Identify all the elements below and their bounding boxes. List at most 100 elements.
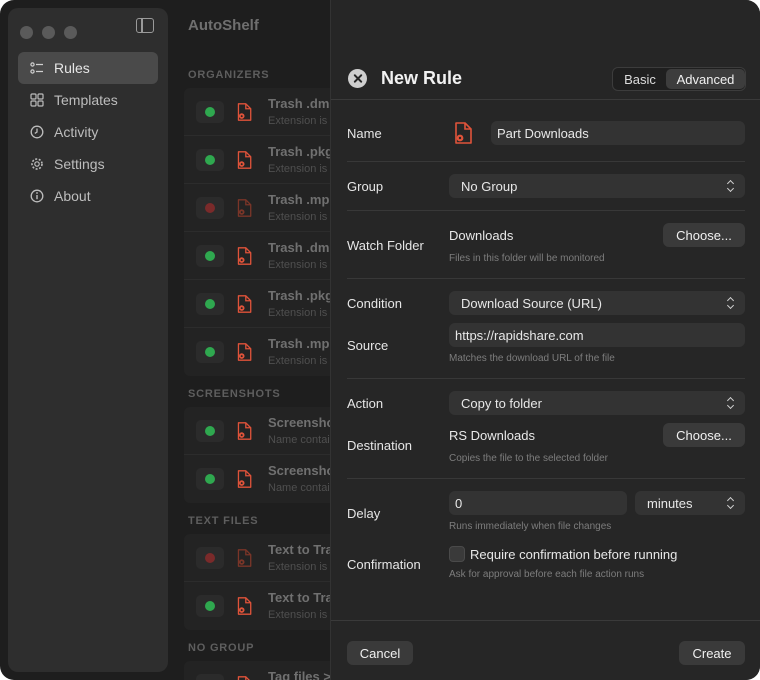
group-select[interactable]: No Group	[449, 174, 745, 198]
document-gear-icon	[236, 596, 254, 619]
rule-enabled-toggle[interactable]	[196, 197, 224, 219]
text-files-group: Text to Tra Extension is . Text to Tra Exte…	[184, 534, 344, 630]
group-label: Group	[347, 179, 384, 194]
document-gear-icon[interactable]	[453, 121, 475, 148]
document-gear-icon	[236, 469, 254, 492]
require-confirmation-label[interactable]: Require confirmation before running	[470, 547, 677, 562]
list-item[interactable]: Text to Tra Extension is .	[184, 582, 344, 630]
sidebar-item-label: Activity	[54, 124, 99, 140]
rule-enabled-toggle[interactable]	[196, 293, 224, 315]
mode-segmented-control: Basic Advanced	[612, 67, 746, 91]
rule-subtitle: Extension is .	[268, 609, 334, 621]
rule-title: Screensho	[268, 415, 335, 430]
list-item[interactable]: Tag files >	[184, 661, 344, 680]
section-label-organizers: ORGANIZERS	[188, 69, 270, 81]
sidebar-item-rules[interactable]: Rules	[18, 52, 158, 84]
sidebar-item-label: Rules	[54, 60, 90, 76]
list-item[interactable]: Trash .dm Extension is .	[184, 232, 344, 280]
condition-select-value: Download Source (URL)	[461, 295, 602, 311]
chevron-updown-icon	[727, 179, 735, 193]
create-button[interactable]: Create	[679, 641, 745, 665]
sidebar-item-about[interactable]: About	[18, 180, 158, 212]
source-url-input[interactable]: https://rapidshare.com	[449, 323, 745, 347]
rule-enabled-toggle[interactable]	[196, 468, 224, 490]
list-item[interactable]: Trash .pkg Extension is .	[184, 136, 344, 184]
rule-subtitle: Extension is .	[268, 259, 334, 271]
require-confirmation-checkbox[interactable]	[449, 546, 465, 562]
list-item[interactable]: Trash .dm Extension is .	[184, 88, 344, 136]
rule-title: Text to Tra	[268, 590, 333, 605]
rule-title: Trash .mpl	[268, 192, 334, 207]
source-hint: Matches the download URL of the file	[449, 353, 615, 364]
delay-input[interactable]: 0	[449, 491, 627, 515]
list-item[interactable]: Trash .mpl Extension is .	[184, 184, 344, 232]
action-select[interactable]: Copy to folder	[449, 391, 745, 415]
tab-basic[interactable]: Basic	[614, 69, 666, 89]
rule-subtitle: Extension is .	[268, 561, 334, 573]
chevron-updown-icon	[727, 296, 735, 310]
document-gear-icon	[236, 342, 254, 365]
sidebar-item-activity[interactable]: Activity	[18, 116, 158, 148]
name-label: Name	[347, 126, 382, 141]
rule-subtitle: Extension is .	[268, 355, 334, 367]
rule-enabled-toggle[interactable]	[196, 149, 224, 171]
sidebar-item-templates[interactable]: Templates	[18, 84, 158, 116]
rule-enabled-toggle[interactable]	[196, 674, 224, 680]
rule-title: Screensho	[268, 463, 335, 478]
divider	[347, 161, 745, 162]
list-item[interactable]: Text to Tra Extension is .	[184, 534, 344, 582]
rule-enabled-toggle[interactable]	[196, 101, 224, 123]
status-dot	[205, 299, 215, 309]
close-icon[interactable]	[348, 69, 367, 88]
rule-title: Trash .pkg	[268, 144, 334, 159]
document-gear-icon	[236, 198, 254, 221]
rule-enabled-toggle[interactable]	[196, 420, 224, 442]
close-window-button[interactable]	[20, 26, 33, 39]
watch-folder-value: Downloads	[449, 228, 514, 243]
delay-unit-select[interactable]: minutes	[635, 491, 745, 515]
sidebar-item-label: Settings	[54, 156, 105, 172]
rule-name-input[interactable]: Part Downloads	[491, 121, 745, 145]
sidebar-item-settings[interactable]: Settings	[18, 148, 158, 180]
delay-unit-value: minutes	[647, 495, 693, 511]
app-window: Rules Templates Activity Settings About …	[0, 0, 760, 680]
list-item[interactable]: Screensho Name contai	[184, 407, 344, 455]
minimize-window-button[interactable]	[42, 26, 55, 39]
rule-title: Trash .mp	[268, 336, 330, 351]
cancel-button[interactable]: Cancel	[347, 641, 413, 665]
rule-title: Text to Tra	[268, 542, 333, 557]
tab-advanced[interactable]: Advanced	[666, 69, 745, 89]
status-dot	[205, 553, 215, 563]
destination-choose-button[interactable]: Choose...	[663, 423, 745, 447]
status-dot	[205, 155, 215, 165]
rule-enabled-toggle[interactable]	[196, 547, 224, 569]
document-gear-icon	[236, 150, 254, 173]
chevron-updown-icon	[727, 496, 735, 510]
list-item[interactable]: Trash .pkg Extension is .	[184, 280, 344, 328]
action-select-value: Copy to folder	[461, 395, 542, 411]
grid-icon	[30, 93, 44, 107]
rule-enabled-toggle[interactable]	[196, 245, 224, 267]
watch-folder-choose-button[interactable]: Choose...	[663, 223, 745, 247]
rule-enabled-toggle[interactable]	[196, 341, 224, 363]
rule-subtitle: Extension is .	[268, 115, 334, 127]
sheet-header: New Rule Basic Advanced	[331, 0, 760, 100]
source-label: Source	[347, 338, 389, 353]
sidebar-toggle-icon[interactable]	[136, 18, 154, 33]
zoom-window-button[interactable]	[64, 26, 77, 39]
watch-folder-hint: Files in this folder will be monitored	[449, 253, 605, 264]
list-item[interactable]: Trash .mp Extension is .	[184, 328, 344, 376]
status-dot	[205, 426, 215, 436]
app-title: AutoShelf	[188, 17, 259, 34]
no-group-group: Tag files >	[184, 661, 344, 680]
list-item[interactable]: Screensho Name contai	[184, 455, 344, 503]
sheet-title: New Rule	[381, 68, 463, 88]
document-gear-icon	[236, 294, 254, 317]
condition-select[interactable]: Download Source (URL)	[449, 291, 745, 315]
organizers-group: Trash .dm Extension is . Trash .pkg Extensi…	[184, 88, 344, 376]
document-gear-icon	[236, 675, 254, 680]
rule-enabled-toggle[interactable]	[196, 595, 224, 617]
chevron-updown-icon	[727, 396, 735, 410]
destination-hint: Copies the file to the selected folder	[449, 453, 608, 464]
divider	[347, 478, 745, 479]
